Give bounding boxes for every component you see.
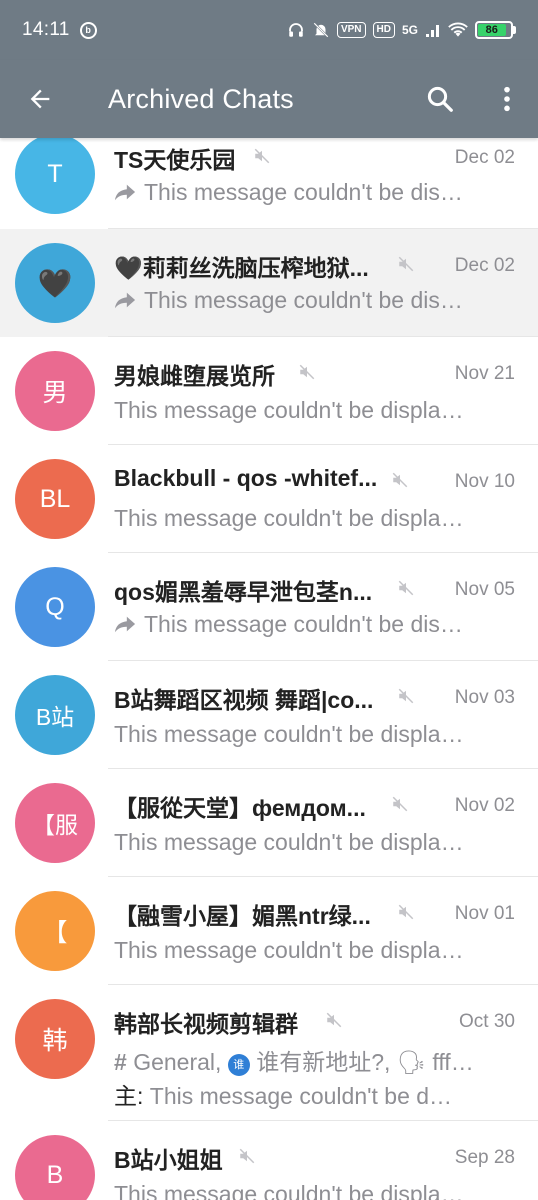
search-button[interactable] <box>410 69 470 129</box>
chat-name: 男娘雌堕展览所 <box>114 363 275 389</box>
chat-row[interactable]: B B站小姐姐 Sep 28 This message couldn't be … <box>0 1121 538 1200</box>
status-bar: 14:11 b VPN HD 5G 86 <box>0 0 538 60</box>
chat-row[interactable]: 男 男娘雌堕展览所 Nov 21 This message couldn't b… <box>0 337 538 445</box>
chat-preview: This message couldn't be dis… <box>114 179 463 206</box>
forward-icon <box>114 184 136 201</box>
headphones-icon <box>289 23 303 37</box>
chat-message: This message couldn't be d… <box>149 1083 453 1109</box>
avatar: T <box>15 137 95 214</box>
chat-preview: This message couldn't be dis… <box>114 611 463 638</box>
avatar: B站 <box>15 675 95 755</box>
vpn-indicator: VPN <box>336 22 366 38</box>
chat-row[interactable]: B站 B站舞蹈区视频 舞蹈|co... Nov 03 This message … <box>0 661 538 769</box>
signal-icon <box>426 25 439 37</box>
chat-row[interactable]: 【服 【服從天堂】фемдом... Nov 02 This message c… <box>0 769 538 877</box>
chat-date: Nov 10 <box>454 471 515 492</box>
topic-general: General, <box>133 1049 222 1075</box>
avatar: 韩 <box>15 999 95 1079</box>
mute-icon <box>326 1012 342 1028</box>
chat-message: This message couldn't be displa… <box>114 397 464 423</box>
avatar: 男 <box>15 351 95 431</box>
mute-icon <box>254 148 270 164</box>
chat-name: 🖤莉莉丝洗脑压榨地狱... <box>114 255 369 281</box>
forward-icon <box>114 616 136 633</box>
avatar: B <box>15 1135 95 1200</box>
hash-icon: # <box>114 1049 127 1075</box>
mute-icon <box>398 904 414 920</box>
app-bar: Archived Chats <box>0 60 538 138</box>
more-options-button[interactable] <box>482 69 532 129</box>
chat-message: This message couldn't be dis… <box>144 179 463 205</box>
mute-bell-icon <box>313 22 329 38</box>
speaking-head-icon: 🗣 <box>396 1049 426 1075</box>
chat-message: This message couldn't be displa… <box>114 1181 464 1200</box>
chat-date: Nov 05 <box>454 579 515 600</box>
chat-row[interactable]: Q qos媚黑羞辱早泄包茎n... Nov 05 This message co… <box>0 553 538 661</box>
forward-icon <box>114 292 136 309</box>
chat-message: This message couldn't be dis… <box>144 611 463 637</box>
chat-date: Dec 02 <box>454 255 515 276</box>
back-button[interactable] <box>10 69 70 129</box>
topic-badge: 谁 <box>227 1054 250 1076</box>
chat-name: 韩部长视频剪辑群 <box>114 1011 298 1037</box>
chat-name: B站舞蹈区视频 舞蹈|co... <box>114 687 374 713</box>
chat-name: 【融雪小屋】媚黑ntr绿... <box>114 903 371 929</box>
chat-date: Nov 03 <box>454 687 515 708</box>
mute-icon <box>398 688 414 704</box>
chat-message: This message couldn't be displa… <box>114 505 464 531</box>
chat-row[interactable]: 🖤 🖤莉莉丝洗脑压榨地狱... Dec 02 This message coul… <box>0 229 538 337</box>
chat-name: qos媚黑羞辱早泄包茎n... <box>114 579 373 605</box>
chat-name: B站小姐姐 <box>114 1147 223 1173</box>
chat-message: This message couldn't be dis… <box>144 287 463 313</box>
page-title: Archived Chats <box>108 83 294 114</box>
avatar: Q <box>15 567 95 647</box>
chat-preview: 主: This message couldn't be d… <box>114 1077 452 1111</box>
more-vertical-icon <box>504 86 510 112</box>
chat-name: TS天使乐园 <box>114 147 236 173</box>
chat-date: Oct 30 <box>459 1011 515 1032</box>
chat-date: Nov 21 <box>454 363 515 384</box>
mute-icon <box>392 472 408 488</box>
topic-name: fff… <box>432 1049 474 1075</box>
mute-icon <box>239 1148 255 1164</box>
battery-level: 86 <box>478 24 506 36</box>
chat-message: This message couldn't be displa… <box>114 721 464 747</box>
avatar: 【 <box>15 891 95 971</box>
avatar: BL <box>15 459 95 539</box>
chat-name: 【服從天堂】фемдом... <box>114 795 366 821</box>
hd-indicator: HD <box>372 22 395 38</box>
battery-icon: 86 <box>475 21 516 39</box>
chat-list: T TS天使乐园 Dec 02 This message couldn't be… <box>0 137 538 1200</box>
mute-icon <box>398 256 414 272</box>
chat-date: Sep 28 <box>454 1147 515 1168</box>
network-type: 5G <box>401 23 418 37</box>
avatar: 【服 <box>15 783 95 863</box>
status-icons: VPN HD 5G 86 <box>287 21 516 39</box>
mute-icon <box>392 796 408 812</box>
mute-icon <box>398 580 414 596</box>
avatar: 🖤 <box>15 243 95 323</box>
chat-message: This message couldn't be displa… <box>114 937 464 963</box>
chat-row[interactable]: BL Blackbull - qos -whitef... Nov 10 Thi… <box>0 445 538 553</box>
wifi-icon <box>448 22 468 37</box>
topic-list: # General, 谁 谁有新地址?, 🗣 fff… <box>114 1043 474 1077</box>
chat-row[interactable]: 韩 韩部长视频剪辑群 Oct 30 # General, 谁 谁有新地址?, 🗣… <box>0 985 538 1121</box>
chat-name: Blackbull - qos -whitef... <box>114 465 378 491</box>
chat-message: This message couldn't be displa… <box>114 829 464 855</box>
data-saver-icon: b <box>79 21 97 39</box>
search-icon <box>427 86 453 112</box>
chat-preview: This message couldn't be dis… <box>114 287 463 314</box>
chat-row[interactable]: 【 【融雪小屋】媚黑ntr绿... Nov 01 This message co… <box>0 877 538 985</box>
topic-name: 谁有新地址?, <box>256 1049 391 1075</box>
message-author: 主: <box>114 1083 144 1109</box>
chat-row[interactable]: T TS天使乐园 Dec 02 This message couldn't be… <box>0 137 538 229</box>
chat-date: Nov 01 <box>454 903 515 924</box>
chat-date: Nov 02 <box>454 795 515 816</box>
arrow-back-icon <box>30 89 50 109</box>
chat-date: Dec 02 <box>454 147 515 168</box>
mute-icon <box>299 364 315 380</box>
status-time: 14:11 <box>22 19 70 40</box>
